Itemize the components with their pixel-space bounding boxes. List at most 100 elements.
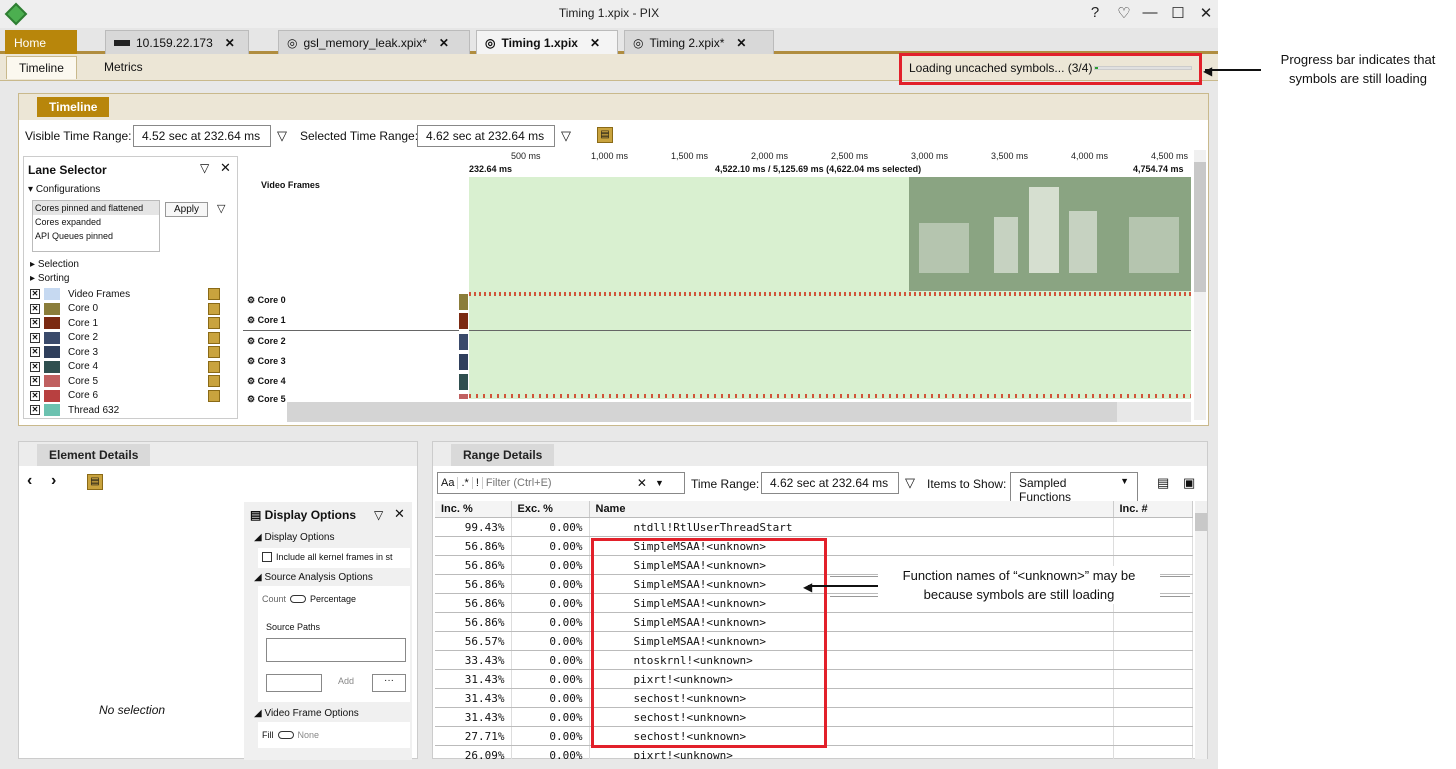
add-button[interactable]: Add: [326, 676, 366, 686]
column-inc-count[interactable]: Inc. #: [1113, 501, 1193, 518]
time-range-input[interactable]: 4.62 sec at 232.64 ms: [761, 472, 899, 494]
minimize-button[interactable]: —: [1140, 4, 1160, 21]
lane-item[interactable]: ✕ Thread 632: [30, 403, 119, 417]
close-icon[interactable]: ✕: [220, 160, 231, 176]
lane-label-core2[interactable]: ⚙ Core 2: [247, 336, 286, 347]
timeline-vscroll[interactable]: [1194, 150, 1206, 420]
timeline-tab[interactable]: Timeline: [37, 97, 110, 117]
lane-label-video-frames[interactable]: Video Frames: [261, 180, 320, 190]
pin-icon[interactable]: [208, 288, 220, 300]
pin-icon[interactable]: [208, 302, 220, 315]
lane-item[interactable]: ✕ Core 3: [30, 345, 98, 359]
close-window-button[interactable]: ✕: [1196, 4, 1216, 22]
source-analysis-section[interactable]: ◢ Source Analysis Options: [248, 570, 379, 585]
column-name[interactable]: Name: [589, 501, 1114, 518]
display-options-section[interactable]: ◢ Display Options: [248, 530, 341, 545]
kernel-frames-option[interactable]: Include all kernel frames in st: [258, 548, 410, 568]
lane-item[interactable]: ✕ Core 6: [30, 389, 98, 403]
scroll-thumb[interactable]: [1195, 513, 1207, 531]
close-tab-icon[interactable]: ✕: [590, 36, 600, 50]
filter-input[interactable]: [482, 477, 633, 489]
checkbox[interactable]: ✕: [30, 332, 40, 343]
regex-button[interactable]: .*: [458, 477, 473, 489]
tab-connection[interactable]: 10.159.22.173 ✕: [105, 30, 249, 54]
source-path-input[interactable]: [266, 674, 322, 692]
scroll-thumb[interactable]: [287, 402, 1117, 422]
table-row[interactable]: 99.43% 0.00% ntdll!RtlUserThreadStart: [435, 517, 1193, 537]
lane-label-core0[interactable]: ⚙ Core 0: [247, 295, 286, 306]
toggle-switch[interactable]: [277, 731, 294, 739]
close-tab-icon[interactable]: ✕: [736, 36, 746, 50]
clipboard-icon[interactable]: ▤: [597, 127, 613, 143]
options-icon[interactable]: ▤: [87, 474, 103, 490]
lane-item[interactable]: ✕ Core 2: [30, 331, 98, 345]
lane-item[interactable]: ✕ Core 4: [30, 360, 98, 374]
help-button[interactable]: ?: [1085, 4, 1105, 21]
sorting-header[interactable]: ▸ Sorting: [30, 273, 70, 284]
clear-icon[interactable]: ✕: [637, 476, 647, 490]
pin-icon[interactable]: [208, 389, 220, 402]
timeline-hscroll[interactable]: [287, 402, 1191, 422]
lane-label-core1[interactable]: ⚙ Core 1: [247, 315, 286, 326]
options-icon[interactable]: ▤: [1157, 475, 1169, 491]
clipboard-icon[interactable]: ▣: [1183, 475, 1195, 491]
checkbox[interactable]: ✕: [30, 318, 40, 328]
filter-icon[interactable]: ▽: [561, 128, 571, 144]
tab-metrics[interactable]: Metrics: [92, 58, 155, 76]
selected-range-input[interactable]: 4.62 sec at 232.64 ms: [417, 125, 555, 147]
element-details-tab[interactable]: Element Details: [37, 444, 151, 466]
checkbox[interactable]: ✕: [30, 289, 40, 299]
pin-icon[interactable]: [208, 346, 220, 358]
pin-icon[interactable]: [208, 317, 220, 329]
checkbox[interactable]: [262, 552, 272, 562]
match-case-button[interactable]: Aa: [438, 477, 459, 489]
filter-icon[interactable]: ▽: [277, 128, 287, 144]
lane-item[interactable]: ✕ Video Frames: [30, 287, 130, 301]
config-item[interactable]: Cores expanded: [33, 215, 159, 229]
pin-icon[interactable]: [208, 360, 220, 373]
feedback-button[interactable]: ♡: [1114, 4, 1134, 22]
checkbox[interactable]: ✕: [30, 361, 40, 372]
fill-toggle[interactable]: Fill None: [258, 722, 410, 748]
checkbox[interactable]: ✕: [30, 347, 40, 357]
column-inc-pct[interactable]: Inc. %: [435, 501, 512, 518]
selection-header[interactable]: ▸ Selection: [30, 259, 79, 270]
lane-item[interactable]: ✕ Core 5: [30, 374, 98, 388]
checkbox[interactable]: ✕: [30, 376, 40, 386]
config-item[interactable]: Cores pinned and flattened: [33, 201, 159, 215]
tab-gsl-memory-leak[interactable]: ◎ gsl_memory_leak.xpix* ✕: [278, 30, 470, 54]
column-exc-pct[interactable]: Exc. %: [511, 501, 590, 518]
forward-icon[interactable]: ›: [51, 472, 56, 490]
maximize-button[interactable]: ☐: [1168, 4, 1188, 22]
video-frame-section[interactable]: ◢ Video Frame Options: [248, 706, 365, 721]
video-frame-thumbnail[interactable]: [909, 177, 1191, 291]
dropdown-icon[interactable]: ▽: [374, 508, 383, 522]
range-details-tab[interactable]: Range Details: [451, 444, 555, 466]
checkbox[interactable]: ✕: [30, 405, 40, 415]
lane-label-core4[interactable]: ⚙ Core 4: [247, 376, 286, 387]
lane-item[interactable]: ✕ Core 0: [30, 302, 98, 316]
timeline-tracks[interactable]: [469, 177, 1191, 399]
tab-timeline[interactable]: Timeline: [6, 56, 77, 79]
close-icon[interactable]: ✕: [394, 506, 405, 522]
visible-range-input[interactable]: 4.52 sec at 232.64 ms: [133, 125, 271, 147]
lane-label-core5[interactable]: ⚙ Core 5: [247, 394, 286, 405]
dropdown-icon[interactable]: ▽: [200, 161, 209, 175]
lane-label-core3[interactable]: ⚙ Core 3: [247, 356, 286, 367]
pin-icon[interactable]: [208, 331, 220, 344]
browse-button[interactable]: ···: [372, 674, 406, 692]
configurations-header[interactable]: ▾ Configurations: [28, 184, 100, 195]
checkbox[interactable]: ✕: [30, 390, 40, 401]
dropdown-icon[interactable]: ▽: [217, 202, 225, 215]
invert-button[interactable]: !: [473, 477, 483, 489]
tab-home[interactable]: Home: [5, 30, 77, 54]
apply-button[interactable]: Apply: [165, 202, 209, 217]
table-vscroll[interactable]: [1195, 501, 1207, 759]
pin-icon[interactable]: [208, 375, 220, 387]
filter-icon[interactable]: ▽: [905, 475, 915, 491]
toggle-switch[interactable]: [290, 595, 307, 603]
tab-timing-2[interactable]: ◎ Timing 2.xpix* ✕: [624, 30, 774, 54]
chevron-down-icon[interactable]: ▼: [655, 478, 664, 488]
tab-timing-1[interactable]: ◎ Timing 1.xpix ✕: [476, 30, 618, 54]
checkbox[interactable]: ✕: [30, 303, 40, 314]
